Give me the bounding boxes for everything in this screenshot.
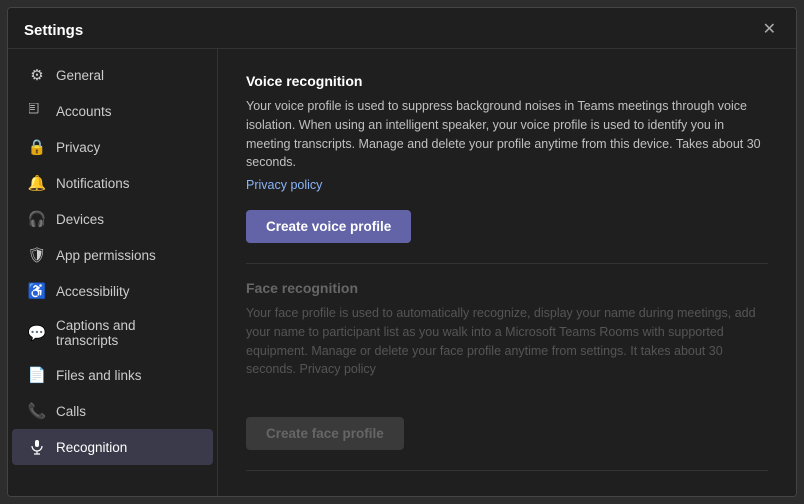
sidebar-item-label: General [56, 68, 104, 83]
voice-recognition-title: Voice recognition [246, 73, 768, 89]
sidebar-item-files[interactable]: 📄 Files and links [12, 357, 213, 393]
app-permissions-icon: 🛡 [28, 246, 46, 264]
devices-icon: 🎧 [28, 210, 46, 228]
settings-window: Settings ✕ ⚙ General Accounts 🔒 Privacy … [7, 7, 797, 497]
face-recognition-title: Face recognition [246, 280, 768, 296]
sidebar: ⚙ General Accounts 🔒 Privacy 🔔 Notificat… [8, 49, 218, 496]
notifications-icon: 🔔 [28, 174, 46, 192]
sidebar-item-label: Accessibility [56, 284, 130, 299]
voice-recognition-desc: Your voice profile is used to suppress b… [246, 97, 768, 172]
title-bar: Settings ✕ [8, 8, 796, 49]
sidebar-item-general[interactable]: ⚙ General [12, 57, 213, 93]
sidebar-item-accounts[interactable]: Accounts [12, 93, 213, 129]
window-title: Settings [24, 22, 83, 39]
voice-recognition-section: Voice recognition Your voice profile is … [246, 73, 768, 259]
accounts-icon [28, 102, 46, 120]
recognition-icon [28, 438, 46, 456]
sidebar-item-label: Captions and transcripts [56, 318, 197, 348]
sidebar-item-label: Files and links [56, 368, 142, 383]
face-recognition-section: Face recognition Your face profile is us… [246, 280, 768, 466]
content-area: ⚙ General Accounts 🔒 Privacy 🔔 Notificat… [8, 49, 796, 496]
sidebar-item-label: App permissions [56, 248, 156, 263]
sidebar-item-label: Notifications [56, 176, 130, 191]
captions-icon: 💬 [28, 324, 46, 342]
sidebar-item-label: Accounts [56, 104, 112, 119]
main-content: Voice recognition Your voice profile is … [218, 49, 796, 496]
teammates-divider [246, 470, 768, 471]
teammates-title: Want to let your teammates know about Te… [246, 495, 768, 496]
sidebar-item-app-permissions[interactable]: 🛡 App permissions [12, 237, 213, 273]
files-icon: 📄 [28, 366, 46, 384]
calls-icon: 📞 [28, 402, 46, 420]
sidebar-item-devices[interactable]: 🎧 Devices [12, 201, 213, 237]
sidebar-item-captions[interactable]: 💬 Captions and transcripts [12, 309, 213, 357]
create-face-profile-button: Create face profile [246, 417, 404, 450]
accessibility-icon: ♿ [28, 282, 46, 300]
teammates-section: Want to let your teammates know about Te… [246, 487, 768, 496]
sidebar-item-label: Devices [56, 212, 104, 227]
general-icon: ⚙ [28, 66, 46, 84]
sidebar-item-privacy[interactable]: 🔒 Privacy [12, 129, 213, 165]
sidebar-item-label: Privacy [56, 140, 100, 155]
sidebar-item-notifications[interactable]: 🔔 Notifications [12, 165, 213, 201]
sidebar-item-recognition[interactable]: Recognition [12, 429, 213, 465]
privacy-icon: 🔒 [28, 138, 46, 156]
sidebar-item-label: Recognition [56, 440, 127, 455]
voice-privacy-link[interactable]: Privacy policy [246, 178, 322, 192]
sidebar-item-label: Calls [56, 404, 86, 419]
sidebar-item-calls[interactable]: 📞 Calls [12, 393, 213, 429]
sidebar-item-accessibility[interactable]: ♿ Accessibility [12, 273, 213, 309]
face-recognition-desc: Your face profile is used to automatical… [246, 304, 768, 379]
create-voice-profile-button[interactable]: Create voice profile [246, 210, 411, 243]
face-privacy-link: Privacy policy [300, 362, 376, 376]
section-divider [246, 263, 768, 264]
close-button[interactable]: ✕ [759, 20, 780, 40]
